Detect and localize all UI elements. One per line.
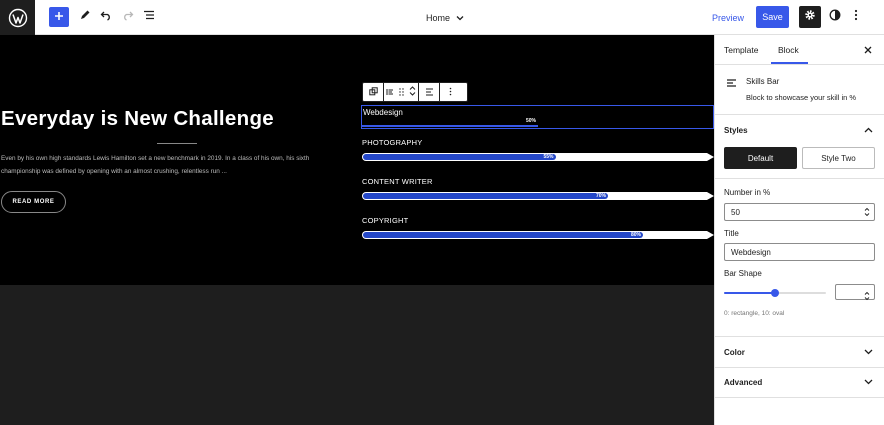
skill-percent: 50% xyxy=(526,118,537,124)
hero-section[interactable]: Everyday is New Challenge Even by his ow… xyxy=(0,35,714,285)
list-view-button[interactable] xyxy=(138,6,160,28)
block-transform-button[interactable] xyxy=(363,83,383,101)
close-sidebar-button[interactable] xyxy=(861,43,875,57)
editor-toolbar: Home Preview Save xyxy=(0,0,884,35)
title-input[interactable]: Webdesign xyxy=(724,243,875,261)
active-tab-indicator xyxy=(771,62,808,64)
bar-shape-label: Bar Shape xyxy=(724,269,762,278)
panel-title: Color xyxy=(724,347,745,357)
vertical-ellipsis-icon xyxy=(449,83,452,101)
hero-divider xyxy=(157,143,197,144)
align-button[interactable] xyxy=(419,83,439,101)
undo-icon xyxy=(100,8,112,26)
chevron-down-icon xyxy=(863,347,873,357)
styles-button[interactable] xyxy=(824,6,846,28)
slider-fill xyxy=(724,292,775,294)
skill-percent: 70% xyxy=(595,193,606,199)
skill-progress-line xyxy=(362,125,538,127)
bar-shape-number-input[interactable] xyxy=(835,284,875,301)
skill-title[interactable]: Webdesign xyxy=(363,108,403,117)
tab-block[interactable]: Block xyxy=(778,35,799,65)
read-more-button[interactable]: READ MORE xyxy=(1,191,66,213)
plus-icon xyxy=(54,8,64,26)
align-left-icon xyxy=(726,76,738,94)
number-value: 50 xyxy=(731,207,740,217)
add-block-button[interactable] xyxy=(49,7,69,27)
settings-sidebar: Template Block Skills Bar Block to showc… xyxy=(714,35,884,425)
chevron-up-down-icon xyxy=(409,83,416,101)
drag-icon xyxy=(398,83,404,101)
skill-fill: 55% xyxy=(363,154,556,160)
vertical-ellipsis-icon xyxy=(854,8,858,26)
block-card: Skills Bar Block to showcase your skill … xyxy=(715,65,884,115)
block-name: Skills Bar xyxy=(746,77,780,86)
panel-divider xyxy=(715,397,884,398)
align-text-icon xyxy=(425,83,434,101)
skill-track: 70% xyxy=(362,192,714,200)
half-circle-icon xyxy=(829,8,841,26)
wordpress-icon[interactable] xyxy=(0,0,35,35)
skill-track: 55% xyxy=(362,153,714,161)
close-icon xyxy=(864,41,872,59)
editor-canvas: Everyday is New Challenge Even by his ow… xyxy=(0,35,714,425)
chevron-down-icon xyxy=(456,13,464,23)
bar-shape-slider[interactable] xyxy=(724,289,826,297)
skill-fill: 80% xyxy=(363,232,643,238)
move-up-down-button[interactable] xyxy=(406,83,418,101)
advanced-panel-toggle[interactable]: Advanced xyxy=(715,367,884,397)
save-button[interactable]: Save xyxy=(756,6,789,28)
panel-divider xyxy=(715,178,884,179)
color-panel-toggle[interactable]: Color xyxy=(715,337,884,367)
block-description: Block to showcase your skill in % xyxy=(746,93,857,102)
chevron-up-icon xyxy=(863,125,873,135)
panel-title: Styles xyxy=(724,125,748,135)
styles-panel-toggle[interactable]: Styles xyxy=(715,115,884,145)
skill-fill: 70% xyxy=(363,193,608,199)
skill-percent: 55% xyxy=(543,154,554,160)
redo-icon xyxy=(122,8,134,26)
tools-button[interactable] xyxy=(74,6,96,28)
tab-template[interactable]: Template xyxy=(724,35,759,65)
block-options-button[interactable] xyxy=(440,83,460,101)
skill-bar[interactable]: CONTENT WRITER 70% xyxy=(362,177,714,201)
duplicate-icon xyxy=(368,83,378,101)
skill-bar[interactable]: COPYRIGHT 80% xyxy=(362,216,714,240)
spinner-icon xyxy=(864,288,870,301)
bar-shape-help: 0: rectangle, 10: oval xyxy=(724,310,785,317)
block-type-button[interactable] xyxy=(384,83,396,101)
panel-title: Advanced xyxy=(724,377,763,387)
pencil-icon xyxy=(79,8,91,26)
style-default-button[interactable]: Default xyxy=(724,147,797,169)
title-label: Title xyxy=(724,229,739,238)
skill-bar[interactable]: PHOTOGRAPHY 55% xyxy=(362,138,714,162)
number-input[interactable]: 50 xyxy=(724,203,875,221)
title-value: Webdesign xyxy=(731,247,771,257)
skill-bar-selected[interactable]: Webdesign 50% xyxy=(361,105,714,129)
gear-icon xyxy=(804,8,816,26)
preview-button[interactable]: Preview xyxy=(712,0,744,35)
drag-handle[interactable] xyxy=(396,83,406,101)
skill-label: CONTENT WRITER xyxy=(362,177,433,186)
skill-label: PHOTOGRAPHY xyxy=(362,138,423,147)
settings-button[interactable] xyxy=(799,6,821,28)
style-two-button[interactable]: Style Two xyxy=(802,147,875,169)
list-view-icon xyxy=(143,8,155,26)
hero-description[interactable]: Even by his own high standards Lewis Ham… xyxy=(1,153,331,178)
document-title-dropdown[interactable]: Home xyxy=(405,0,485,35)
sidebar-tabs: Template Block xyxy=(715,35,884,65)
skill-percent: 80% xyxy=(630,232,641,238)
hero-title[interactable]: Everyday is New Challenge xyxy=(1,107,274,131)
skill-track: 80% xyxy=(362,231,714,239)
skill-label: COPYRIGHT xyxy=(362,216,409,225)
options-button[interactable] xyxy=(845,6,867,28)
undo-button[interactable] xyxy=(95,6,117,28)
align-left-icon xyxy=(386,83,394,101)
chevron-down-icon xyxy=(863,377,873,387)
number-label: Number in % xyxy=(724,188,771,197)
slider-thumb[interactable] xyxy=(771,289,779,297)
spinner-icon xyxy=(864,207,870,217)
document-title: Home xyxy=(425,12,450,23)
block-toolbar xyxy=(362,82,468,102)
redo-button[interactable] xyxy=(117,6,139,28)
